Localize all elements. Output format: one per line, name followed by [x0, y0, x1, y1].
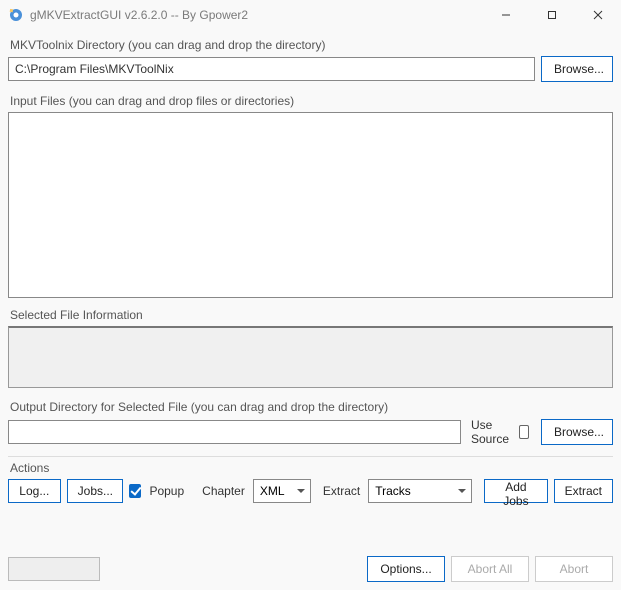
input-files-label: Input Files (you can drag and drop files… — [10, 94, 613, 108]
mkvtoolnix-dir-label: MKVToolnix Directory (you can drag and d… — [10, 38, 613, 52]
input-files-list[interactable] — [8, 112, 613, 298]
log-button[interactable]: Log... — [8, 479, 61, 503]
titlebar: gMKVExtractGUI v2.6.2.0 -- By Gpower2 — [0, 0, 621, 30]
minimize-button[interactable] — [483, 0, 529, 30]
add-jobs-button[interactable]: Add Jobs — [484, 479, 547, 503]
browse-output-button[interactable]: Browse... — [541, 419, 613, 445]
extract-field-label: Extract — [323, 484, 360, 498]
popup-label: Popup — [149, 484, 184, 498]
chapter-select[interactable]: XML — [253, 479, 311, 503]
chapter-label: Chapter — [202, 484, 245, 498]
main-content: MKVToolnix Directory (you can drag and d… — [0, 30, 621, 511]
popup-checkbox[interactable] — [129, 484, 142, 498]
extract-button[interactable]: Extract — [554, 479, 613, 503]
output-dir-input[interactable] — [8, 420, 461, 444]
use-source-label: Use Source — [471, 418, 511, 446]
browse-mkvtoolnix-button[interactable]: Browse... — [541, 56, 613, 82]
abort-all-button: Abort All — [451, 556, 529, 582]
selected-file-info-box — [8, 326, 613, 388]
output-dir-label: Output Directory for Selected File (you … — [10, 400, 613, 414]
window-title: gMKVExtractGUI v2.6.2.0 -- By Gpower2 — [30, 8, 483, 22]
separator — [8, 456, 613, 457]
use-source-checkbox[interactable] — [519, 425, 529, 439]
bottom-bar: Options... Abort All Abort — [0, 548, 621, 590]
selected-file-info-label: Selected File Information — [10, 308, 613, 322]
close-button[interactable] — [575, 0, 621, 30]
mkvtoolnix-dir-input[interactable] — [8, 57, 535, 81]
extract-select[interactable]: Tracks — [368, 479, 472, 503]
jobs-button[interactable]: Jobs... — [67, 479, 123, 503]
abort-button: Abort — [535, 556, 613, 582]
options-button[interactable]: Options... — [367, 556, 445, 582]
status-box — [8, 557, 100, 581]
window-controls — [483, 0, 621, 30]
maximize-button[interactable] — [529, 0, 575, 30]
app-icon — [8, 7, 24, 23]
actions-label: Actions — [10, 461, 613, 475]
